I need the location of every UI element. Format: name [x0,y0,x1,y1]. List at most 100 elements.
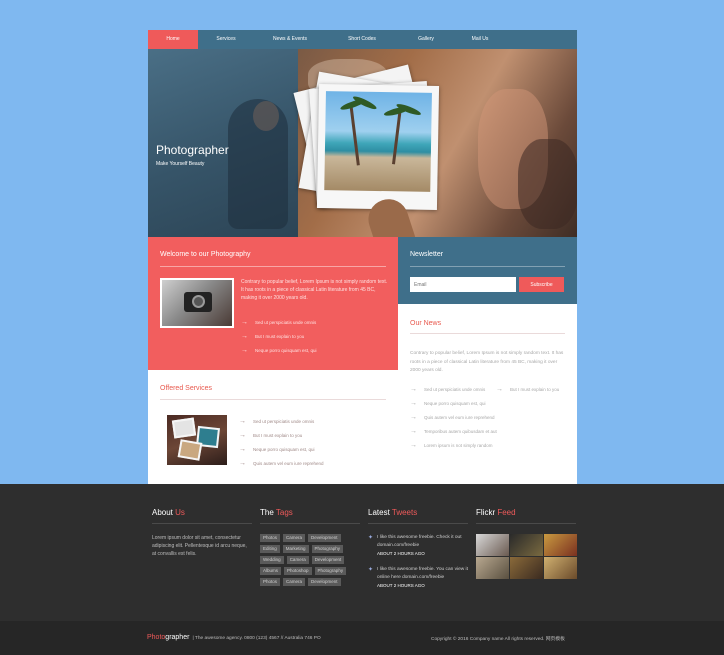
beach-scene-image [324,91,432,192]
tag[interactable]: Photography [311,545,344,553]
brand-part: grapher [165,634,190,641]
top-nav: Home Services News & Events Short Codes … [148,30,577,49]
newsletter-title: Newsletter [410,251,444,258]
tag-cloud: Photos Camera Development Editing Market… [260,534,360,586]
tag[interactable]: Photoshop [284,567,312,575]
welcome-title: Welcome to our Photography [160,251,251,258]
list-item[interactable]: → Neque porro quisquam est, qui [410,397,497,411]
tweet-text: I like this awesome freebie. Check it ou… [377,535,462,548]
list-item[interactable]: → Lorem ipsum is not simply random [410,439,497,453]
arrow-right-icon: → [239,446,246,453]
nav-news-events[interactable]: News & Events [254,30,326,49]
arrow-right-icon: → [496,386,503,393]
tag[interactable]: Camera [286,556,309,564]
list-item[interactable]: → Sed ut perspiciatis unde omnis [239,415,324,429]
footer-about: About Us Lorem ipsum dolor sit amet, con… [152,508,252,558]
nav-home[interactable]: Home [148,30,198,49]
polaroid-main [316,83,440,211]
arrow-right-icon: → [410,428,417,435]
bottom-bar: Photographer | The awesome agency. 0800 … [0,621,724,655]
offered-services-section: Offered Services → Sed ut perspiciatis un… [148,370,398,484]
list-item[interactable]: → Neque porro quisquam est, qui [241,344,317,358]
footer-tags: The Tags Photos Camera Development Editi… [260,508,360,586]
flickr-grid [476,534,577,579]
tweets-heading: Latest [368,508,390,517]
tag[interactable]: Marketing [282,545,309,553]
hero-title: Photographer [156,143,229,157]
tag[interactable]: Development [311,556,345,564]
arrow-right-icon: → [241,319,248,326]
list-item[interactable]: → But I must explain to you [241,330,317,344]
list-item[interactable]: → But I must explain to you [496,383,559,397]
welcome-section: Welcome to our Photography Contrary to p… [148,237,398,370]
tags-heading: The [260,508,274,517]
flickr-photo[interactable] [544,557,577,579]
list-item[interactable]: → Quis autem vel eum iure reprehend [410,411,497,425]
tags-heading-accent: Tags [275,508,293,517]
flickr-photo[interactable] [510,557,543,579]
tweet-time: ABOUT 2 HOURS AGO [377,583,425,588]
list-item[interactable]: → But I must explain to you [239,429,324,443]
list-item[interactable]: → Neque porro quisquam est, qui [239,443,324,457]
tag[interactable]: Editing [260,545,280,553]
about-heading-accent: Us [175,508,185,517]
tag[interactable]: Photos [260,578,281,586]
flickr-photo[interactable] [476,534,509,556]
list-item[interactable]: → Quis autem vel eum iure reprehend [239,457,324,471]
main-content: Welcome to our Photography Contrary to p… [148,237,577,484]
list-item[interactable]: → Sed ut perspiciatis unde omnis [410,383,497,397]
subscribe-button[interactable]: Subscribe [519,277,564,292]
tag[interactable]: Camera [283,534,306,542]
welcome-list: → Sed ut perspiciatis unde omnis → But I m… [241,316,317,358]
tag[interactable]: Albums [260,567,282,575]
photos-collage-image [167,415,227,465]
flickr-heading: Flickr [476,508,496,517]
about-text: Lorem ipsum dolor sit amet, consectetur … [152,535,247,557]
hero-banner: Photographer Make Yourself Beauty [148,49,577,237]
tag[interactable]: Development [308,534,341,542]
nav-gallery[interactable]: Gallery [398,30,454,49]
arrow-right-icon: → [410,442,417,449]
tag[interactable]: Camera [283,578,306,586]
our-news-section: Our News Contrary to popular belief, Lor… [398,304,577,484]
arrow-right-icon: → [410,400,417,407]
flickr-heading-accent: Feed [497,508,516,517]
list-item[interactable]: → Sed ut perspiciatis unde omnis [241,316,317,330]
welcome-text: Contrary to popular belief, Lorem Ipsum … [241,279,388,301]
newsletter-section: Newsletter Subscribe [398,237,577,304]
tag[interactable]: Wedding [260,556,284,564]
arrow-right-icon: → [239,432,246,439]
arrow-right-icon: → [241,333,248,340]
hero-subtitle: Make Yourself Beauty [156,161,205,167]
tweet-item: ✦ I like this awesome freebie. You can v… [368,566,468,588]
twitter-icon: ✦ [368,535,374,541]
tag[interactable]: Photography [314,567,347,575]
arrow-right-icon: → [410,414,417,421]
tag[interactable]: Development [308,578,341,586]
tweet-time: ABOUT 2 HOURS AGO [377,551,425,556]
nav-mail-us[interactable]: Mail Us [454,30,506,49]
offered-list: → Sed ut perspiciatis unde omnis → But I m… [239,415,324,471]
arrow-right-icon: → [241,347,248,354]
flickr-photo[interactable] [476,557,509,579]
footer: About Us Lorem ipsum dolor sit amet, con… [0,484,724,621]
tweet-text: I like this awesome freebie. You can vie… [377,567,468,580]
email-field[interactable] [410,277,516,292]
footer-brand: Photographer | The awesome agency. 0800 … [147,634,321,641]
page-container: Home Services News & Events Short Codes … [148,30,577,484]
flickr-photo[interactable] [544,534,577,556]
footer-flickr: Flickr Feed [476,508,577,579]
arrow-right-icon: → [239,418,246,425]
list-item[interactable]: → Temporibus autem quibusdam et aut [410,425,497,439]
nav-services[interactable]: Services [198,30,254,49]
twitter-icon: ✦ [368,567,374,573]
brand-part-accent: Photo [147,634,166,641]
arrow-right-icon: → [410,386,417,393]
about-heading: About [152,508,173,517]
flickr-photo[interactable] [510,534,543,556]
tag[interactable]: Photos [260,534,281,542]
offered-title: Offered Services [160,385,213,392]
camera-photo [160,278,234,328]
tweets-heading-accent: Tweets [391,508,418,517]
nav-short-codes[interactable]: Short Codes [326,30,398,49]
